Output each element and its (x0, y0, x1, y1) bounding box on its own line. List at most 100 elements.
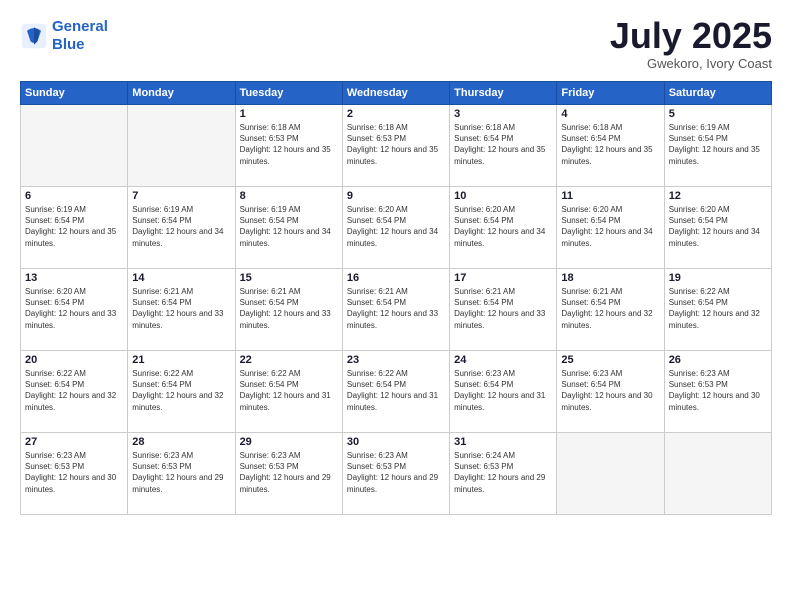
calendar-cell (557, 433, 664, 515)
calendar-cell: 20 Sunrise: 6:22 AMSunset: 6:54 PMDayligh… (21, 351, 128, 433)
logo-icon (20, 22, 48, 50)
day-of-week-header: Tuesday (235, 82, 342, 105)
day-number: 21 (132, 354, 230, 366)
calendar-cell: 1 Sunrise: 6:18 AMSunset: 6:53 PMDaylight… (235, 105, 342, 187)
logo: General Blue (20, 18, 108, 54)
day-number: 2 (347, 108, 445, 120)
calendar-cell: 18Sunrise: 6:21 AMSunset: 6:54 PMDayligh… (557, 269, 664, 351)
cell-info: Sunrise: 6:20 AMSunset: 6:54 PMDaylight:… (454, 204, 552, 249)
header: General Blue July 2025 Gwekoro, Ivory Co… (20, 18, 772, 71)
day-number: 15 (240, 272, 338, 284)
month-title: July 2025 (610, 18, 772, 54)
day-number: 25 (561, 354, 659, 366)
calendar-cell: 13 Sunrise: 6:20 AMSunset: 6:54 PMDayligh… (21, 269, 128, 351)
day-number: 1 (240, 108, 338, 120)
calendar-cell: 15 Sunrise: 6:21 AMSunset: 6:54 PMDayligh… (235, 269, 342, 351)
cell-info: Sunrise: 6:22 AMSunset: 6:54 PMDaylight:… (669, 286, 767, 331)
calendar-cell: 28Sunrise: 6:23 AMSunset: 6:53 PMDayligh… (128, 433, 235, 515)
cell-info: Sunrise: 6:23 AMSunset: 6:54 PMDaylight:… (454, 368, 552, 413)
cell-info: Sunrise: 6:24 AMSunset: 6:53 PMDaylight:… (454, 450, 552, 495)
cell-info: Sunrise: 6:20 AMSunset: 6:54 PMDaylight:… (669, 204, 767, 249)
calendar-cell: 3 Sunrise: 6:18 AMSunset: 6:54 PMDaylight… (450, 105, 557, 187)
day-number: 22 (240, 354, 338, 366)
day-number: 14 (132, 272, 230, 284)
calendar-cell: 4 Sunrise: 6:18 AMSunset: 6:54 PMDaylight… (557, 105, 664, 187)
day-number: 6 (25, 190, 123, 202)
calendar-table: SundayMondayTuesdayWednesdayThursdayFrid… (20, 81, 772, 515)
day-number: 8 (240, 190, 338, 202)
cell-info: Sunrise: 6:21 AMSunset: 6:54 PMDaylight:… (347, 286, 445, 331)
calendar-cell: 31Sunrise: 6:24 AMSunset: 6:53 PMDayligh… (450, 433, 557, 515)
calendar-cell: 7Sunrise: 6:19 AMSunset: 6:54 PMDaylight… (128, 187, 235, 269)
calendar-week-row: 20 Sunrise: 6:22 AMSunset: 6:54 PMDayligh… (21, 351, 772, 433)
day-number: 23 (347, 354, 445, 366)
calendar-cell: 26 Sunrise: 6:23 AMSunset: 6:53 PMDayligh… (664, 351, 771, 433)
day-number: 10 (454, 190, 552, 202)
cell-info: Sunrise: 6:18 AMSunset: 6:54 PMDaylight:… (561, 122, 659, 167)
day-number: 19 (669, 272, 767, 284)
cell-info: Sunrise: 6:19 AMSunset: 6:54 PMDaylight:… (25, 204, 123, 249)
day-number: 12 (669, 190, 767, 202)
cell-info: Sunrise: 6:18 AMSunset: 6:53 PMDaylight:… (240, 122, 338, 167)
day-number: 18 (561, 272, 659, 284)
calendar-week-row: 27Sunrise: 6:23 AMSunset: 6:53 PMDayligh… (21, 433, 772, 515)
day-number: 24 (454, 354, 552, 366)
day-number: 5 (669, 108, 767, 120)
calendar-week-row: 1 Sunrise: 6:18 AMSunset: 6:53 PMDaylight… (21, 105, 772, 187)
calendar-cell: 5 Sunrise: 6:19 AMSunset: 6:54 PMDaylight… (664, 105, 771, 187)
cell-info: Sunrise: 6:23 AMSunset: 6:53 PMDaylight:… (347, 450, 445, 495)
calendar-cell: 19 Sunrise: 6:22 AMSunset: 6:54 PMDayligh… (664, 269, 771, 351)
day-number: 3 (454, 108, 552, 120)
day-number: 13 (25, 272, 123, 284)
day-of-week-header: Friday (557, 82, 664, 105)
cell-info: Sunrise: 6:23 AMSunset: 6:53 PMDaylight:… (669, 368, 767, 413)
cell-info: Sunrise: 6:23 AMSunset: 6:53 PMDaylight:… (240, 450, 338, 495)
title-block: July 2025 Gwekoro, Ivory Coast (610, 18, 772, 71)
cell-info: Sunrise: 6:19 AMSunset: 6:54 PMDaylight:… (240, 204, 338, 249)
cell-info: Sunrise: 6:20 AMSunset: 6:54 PMDaylight:… (25, 286, 123, 331)
cell-info: Sunrise: 6:20 AMSunset: 6:54 PMDaylight:… (347, 204, 445, 249)
calendar-header-row: SundayMondayTuesdayWednesdayThursdayFrid… (21, 82, 772, 105)
cell-info: Sunrise: 6:22 AMSunset: 6:54 PMDaylight:… (132, 368, 230, 413)
cell-info: Sunrise: 6:23 AMSunset: 6:53 PMDaylight:… (25, 450, 123, 495)
calendar-cell: 10 Sunrise: 6:20 AMSunset: 6:54 PMDayligh… (450, 187, 557, 269)
cell-info: Sunrise: 6:22 AMSunset: 6:54 PMDaylight:… (240, 368, 338, 413)
day-number: 30 (347, 436, 445, 448)
cell-info: Sunrise: 6:23 AMSunset: 6:54 PMDaylight:… (561, 368, 659, 413)
calendar-cell (664, 433, 771, 515)
calendar-cell: 6 Sunrise: 6:19 AMSunset: 6:54 PMDaylight… (21, 187, 128, 269)
day-of-week-header: Sunday (21, 82, 128, 105)
day-number: 20 (25, 354, 123, 366)
day-number: 7 (132, 190, 230, 202)
day-number: 16 (347, 272, 445, 284)
location-subtitle: Gwekoro, Ivory Coast (610, 56, 772, 71)
calendar-week-row: 13 Sunrise: 6:20 AMSunset: 6:54 PMDayligh… (21, 269, 772, 351)
cell-info: Sunrise: 6:21 AMSunset: 6:54 PMDaylight:… (454, 286, 552, 331)
cell-info: Sunrise: 6:21 AMSunset: 6:54 PMDaylight:… (240, 286, 338, 331)
calendar-cell: 2 Sunrise: 6:18 AMSunset: 6:53 PMDaylight… (342, 105, 449, 187)
cell-info: Sunrise: 6:19 AMSunset: 6:54 PMDaylight:… (669, 122, 767, 167)
calendar-cell: 11 Sunrise: 6:20 AMSunset: 6:54 PMDayligh… (557, 187, 664, 269)
cell-info: Sunrise: 6:23 AMSunset: 6:53 PMDaylight:… (132, 450, 230, 495)
day-number: 11 (561, 190, 659, 202)
cell-info: Sunrise: 6:22 AMSunset: 6:54 PMDaylight:… (347, 368, 445, 413)
cell-info: Sunrise: 6:18 AMSunset: 6:54 PMDaylight:… (454, 122, 552, 167)
calendar-cell (21, 105, 128, 187)
day-number: 4 (561, 108, 659, 120)
day-number: 29 (240, 436, 338, 448)
calendar-cell: 9 Sunrise: 6:20 AMSunset: 6:54 PMDaylight… (342, 187, 449, 269)
calendar-cell: 25 Sunrise: 6:23 AMSunset: 6:54 PMDayligh… (557, 351, 664, 433)
day-of-week-header: Saturday (664, 82, 771, 105)
cell-info: Sunrise: 6:20 AMSunset: 6:54 PMDaylight:… (561, 204, 659, 249)
day-number: 9 (347, 190, 445, 202)
calendar-cell: 30 Sunrise: 6:23 AMSunset: 6:53 PMDayligh… (342, 433, 449, 515)
cell-info: Sunrise: 6:22 AMSunset: 6:54 PMDaylight:… (25, 368, 123, 413)
calendar-cell: 23 Sunrise: 6:22 AMSunset: 6:54 PMDayligh… (342, 351, 449, 433)
day-of-week-header: Thursday (450, 82, 557, 105)
cell-info: Sunrise: 6:18 AMSunset: 6:53 PMDaylight:… (347, 122, 445, 167)
calendar-cell: 24 Sunrise: 6:23 AMSunset: 6:54 PMDayligh… (450, 351, 557, 433)
day-number: 17 (454, 272, 552, 284)
day-of-week-header: Monday (128, 82, 235, 105)
calendar-cell: 21 Sunrise: 6:22 AMSunset: 6:54 PMDayligh… (128, 351, 235, 433)
day-number: 26 (669, 354, 767, 366)
